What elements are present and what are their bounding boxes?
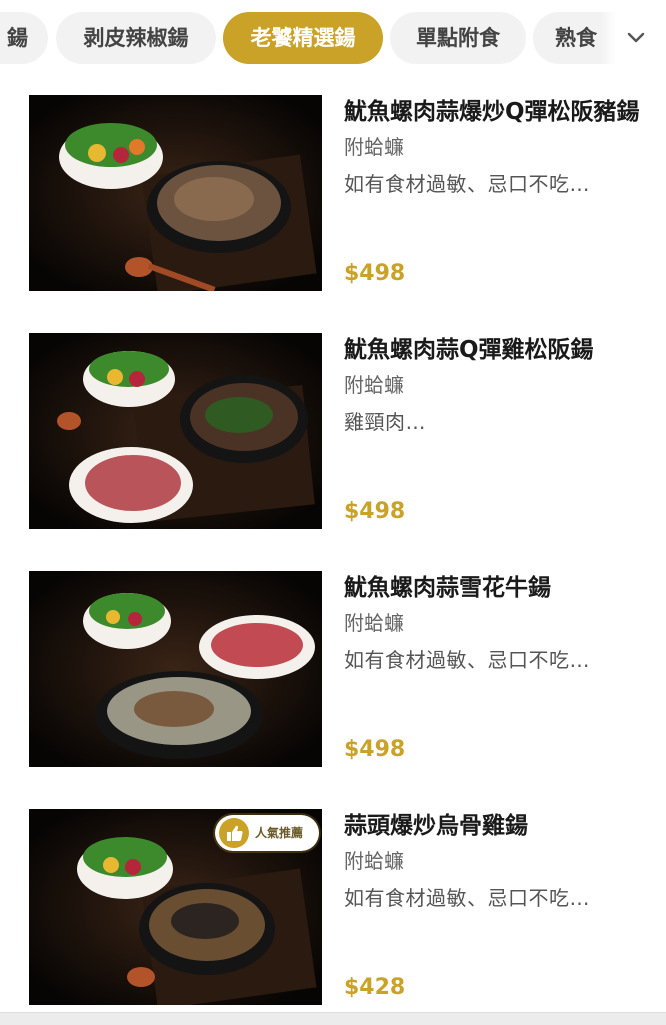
badge-label: 人氣推薦 [255,826,304,840]
popular-badge: 人氣推薦 [215,815,319,851]
bottom-bar [0,1012,666,1025]
item-price: $498 [344,737,406,762]
item-photo [29,571,322,767]
menu-item[interactable]: 魷魚螺肉蒜雪花牛鍚 附蛤蠊 如有食材過敏、忌口不吃… $498 [0,571,666,771]
category-tab-bar: 鍚 剥皮辣椒鍚 老饕精選鍚 單點附食 熟食 [0,0,666,78]
item-photo: 人氣推薦 [29,809,322,1005]
item-description: 如有食材過敏、忌口不吃… [344,886,590,910]
item-photo [29,95,322,291]
item-title: 魷魚螺肉蒜Q彈雞松阪鍚 [344,337,594,363]
item-price: $498 [344,261,406,286]
item-subtitle: 附蛤蠊 [344,611,404,635]
item-subtitle: 附蛤蠊 [344,135,404,159]
item-title: 魷魚螺肉蒜雪花牛鍚 [344,575,551,601]
menu-item[interactable]: 魷魚螺肉蒜爆炒Q彈松阪豬鍚 附蛤蠊 如有食材過敏、忌口不吃… $498 [0,95,666,295]
item-title: 魷魚螺肉蒜爆炒Q彈松阪豬鍚 [344,99,640,125]
item-description: 如有食材過敏、忌口不吃… [344,648,590,672]
menu-item[interactable]: 魷魚螺肉蒜Q彈雞松阪鍚 附蛤蠊 雞頸肉… $498 [0,333,666,533]
item-title: 蒜頭爆炒烏骨雞鍚 [344,813,528,839]
item-price: $498 [344,499,406,524]
item-subtitle: 附蛤蠊 [344,849,404,873]
item-price: $428 [344,975,406,1000]
thumbs-up-icon [219,818,249,848]
item-description: 如有食材過敏、忌口不吃… [344,172,590,196]
tab-category-hotpot[interactable]: 鍚 [0,12,48,64]
item-subtitle: 附蛤蠊 [344,373,404,397]
menu-item[interactable]: 人氣推薦 蒜頭爆炒烏骨雞鍚 附蛤蠊 如有食材過敏、忌口不吃… $428 [0,809,666,1009]
chevron-down-icon[interactable] [620,22,652,54]
tab-category-selected-pot[interactable]: 老饕精選鍚 [223,12,383,64]
tab-category-side-dishes[interactable]: 單點附食 [390,12,526,64]
item-description: 雞頸肉… [344,410,426,434]
item-photo [29,333,322,529]
tab-category-chili-pot[interactable]: 剥皮辣椒鍚 [56,12,216,64]
